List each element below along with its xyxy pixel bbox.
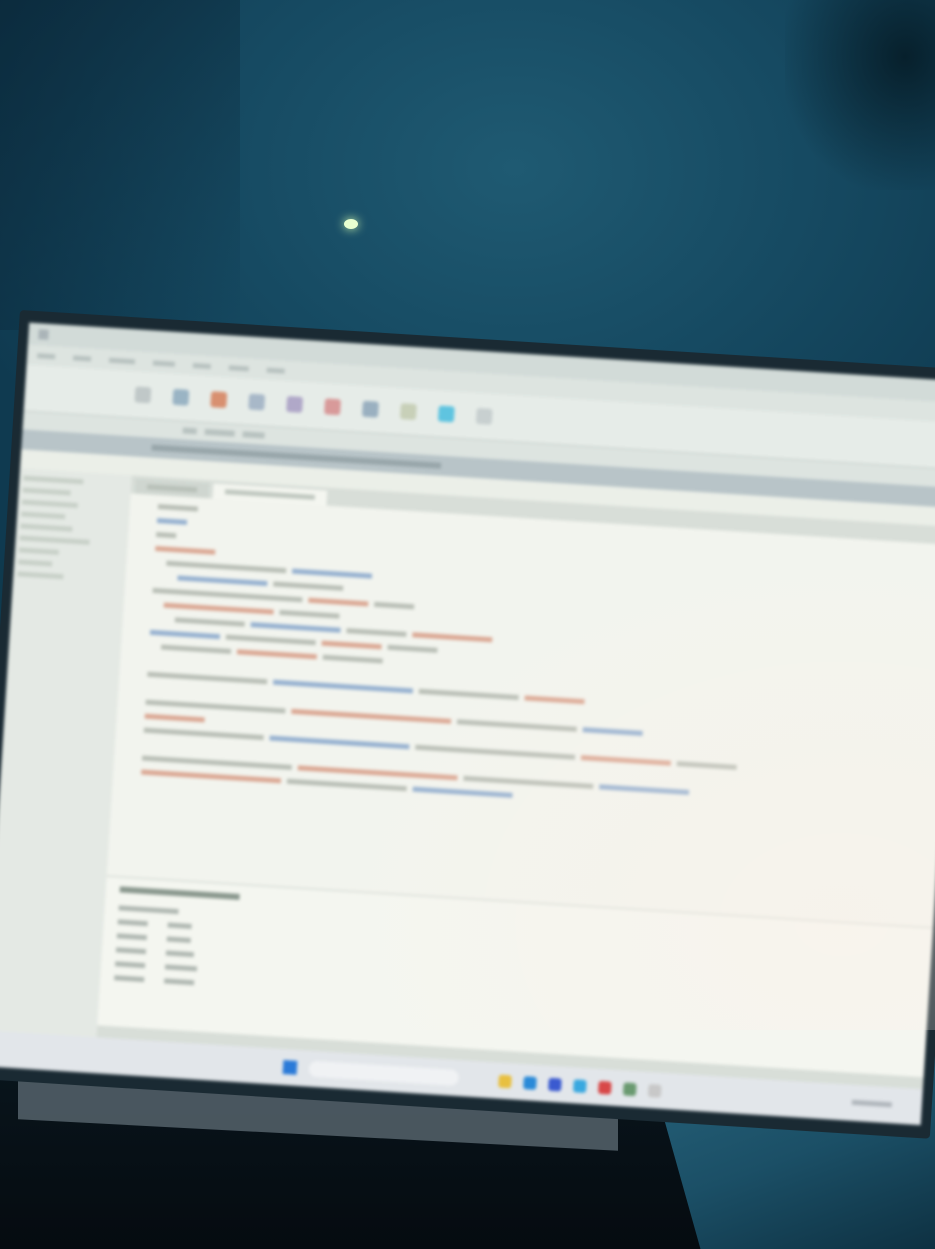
line-number — [124, 602, 152, 604]
code-token — [374, 601, 415, 609]
app-icon[interactable] — [622, 1081, 637, 1096]
line-number — [128, 532, 156, 534]
toolbar-button[interactable] — [475, 407, 493, 425]
line-number — [114, 756, 142, 758]
code-token — [308, 597, 369, 606]
line-number — [116, 728, 144, 730]
code-token — [279, 609, 340, 619]
menu-item[interactable] — [228, 364, 249, 371]
code-token — [676, 760, 737, 770]
line-number — [125, 588, 153, 590]
toolbar-button[interactable] — [324, 398, 342, 416]
code-token — [174, 616, 245, 627]
sub-toolbar-item[interactable] — [182, 427, 197, 435]
menu-item[interactable] — [37, 352, 56, 359]
line-number — [112, 784, 140, 786]
file-explorer-icon[interactable] — [498, 1074, 512, 1088]
code-token — [321, 640, 382, 649]
line-number — [119, 672, 147, 674]
code-token — [144, 713, 205, 722]
line-number — [119, 686, 147, 688]
line-number — [113, 770, 141, 772]
code-area[interactable] — [97, 493, 935, 1078]
code-token — [160, 644, 232, 654]
code-token — [580, 754, 672, 766]
code-token — [177, 574, 268, 586]
line-number — [123, 616, 151, 618]
code-token — [599, 783, 690, 795]
laptop-screen — [0, 322, 935, 1126]
line-number — [129, 518, 157, 520]
code-token — [524, 694, 585, 704]
edge-icon[interactable] — [523, 1075, 537, 1090]
search-input[interactable] — [308, 1060, 460, 1087]
app-icon[interactable] — [597, 1080, 612, 1095]
toolbar-button[interactable] — [399, 403, 417, 421]
code-token — [156, 531, 177, 538]
code-token — [225, 634, 316, 645]
line-number — [122, 630, 150, 632]
app-icon — [38, 329, 49, 340]
toolbar-button[interactable] — [286, 395, 304, 413]
taskbar-apps — [498, 1074, 662, 1098]
line-number — [127, 546, 155, 548]
store-icon[interactable] — [548, 1077, 562, 1092]
code-token — [157, 503, 199, 512]
sql-editor — [96, 475, 935, 1090]
menu-item[interactable] — [192, 362, 212, 369]
sub-toolbar-item[interactable] — [204, 428, 235, 437]
line-number — [117, 714, 145, 716]
toolbar-button[interactable] — [361, 400, 379, 418]
app-icon[interactable] — [647, 1083, 662, 1098]
line-number — [127, 560, 155, 562]
code-token — [346, 627, 407, 637]
laptop-screen-bezel — [0, 310, 935, 1139]
light-reflection — [344, 219, 358, 229]
code-token — [322, 654, 383, 663]
line-number — [126, 574, 154, 576]
menu-item[interactable] — [152, 359, 176, 367]
toolbar-button-active[interactable] — [437, 405, 455, 423]
code-token — [155, 545, 216, 555]
code-token — [156, 517, 188, 525]
code-token — [273, 580, 344, 591]
toolbar-button[interactable] — [210, 391, 228, 409]
wall-shadow — [0, 0, 240, 330]
dark-corner — [785, 0, 935, 190]
sub-toolbar-item[interactable] — [242, 431, 265, 439]
menu-item[interactable] — [266, 367, 285, 374]
toolbar-button[interactable] — [248, 393, 266, 411]
code-token — [387, 644, 438, 653]
line-number — [130, 504, 158, 506]
menu-item[interactable] — [72, 354, 92, 362]
code-token — [292, 568, 373, 579]
code-token — [236, 648, 317, 659]
code-token — [412, 631, 493, 642]
line-number — [112, 798, 140, 800]
toolbar-button[interactable] — [134, 386, 152, 404]
toolbar-button[interactable] — [172, 388, 190, 406]
line-number — [115, 742, 143, 744]
line-number — [118, 700, 146, 702]
line-number — [121, 644, 149, 646]
code-token — [250, 621, 341, 633]
mail-icon[interactable] — [573, 1078, 587, 1093]
workspace — [0, 468, 935, 1090]
line-number — [120, 658, 148, 660]
menu-item[interactable] — [108, 357, 136, 364]
code-token — [149, 629, 221, 639]
code-token — [582, 726, 643, 736]
start-icon[interactable] — [282, 1060, 298, 1075]
system-clock[interactable] — [851, 1099, 892, 1109]
